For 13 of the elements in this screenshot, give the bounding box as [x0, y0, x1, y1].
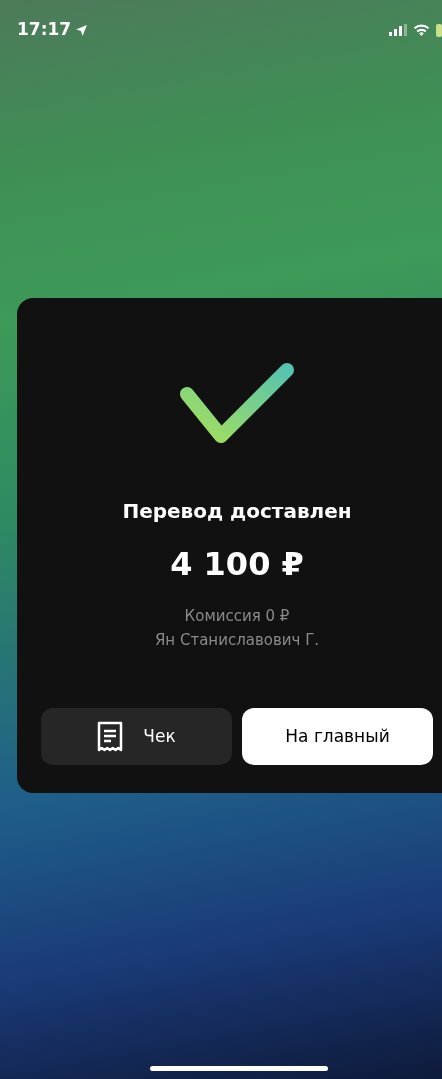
signal-icon	[389, 24, 407, 36]
receipt-button[interactable]: Чек	[41, 708, 232, 765]
status-time: 17:17	[17, 18, 72, 42]
location-arrow-icon	[75, 23, 89, 37]
receipt-icon	[97, 720, 124, 753]
battery-icon	[436, 23, 442, 37]
amount: 4 100 ₽	[170, 544, 304, 585]
detail-text: Комиссия 0 ₽	[184, 606, 290, 627]
status-title: Перевод доставлен	[122, 498, 352, 525]
wifi-icon	[413, 24, 430, 36]
detail-text: Ян Станиславович Г.	[154, 630, 320, 651]
checkmark-icon	[179, 362, 295, 444]
home-button[interactable]: На главный	[242, 708, 433, 765]
